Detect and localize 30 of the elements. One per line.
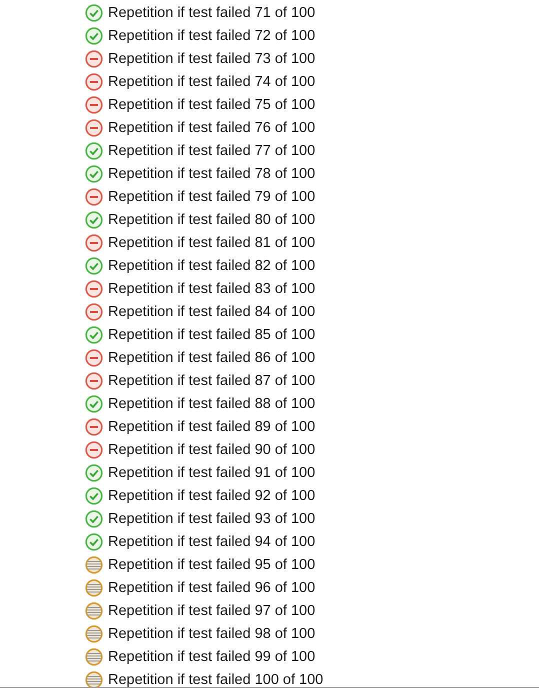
test-result-label[interactable]: Repetition if test failed 85 of 100 <box>108 326 316 342</box>
test-result-label[interactable]: Repetition if test failed 80 of 100 <box>108 212 316 228</box>
test-result-label[interactable]: Repetition if test failed 86 of 100 <box>108 350 316 366</box>
test-result-label[interactable]: Repetition if test failed 91 of 100 <box>108 464 316 480</box>
test-result-label[interactable]: Repetition if test failed 82 of 100 <box>108 258 316 274</box>
test-result-label[interactable]: Repetition if test failed 83 of 100 <box>108 280 316 296</box>
test-result-label[interactable]: Repetition if test failed 76 of 100 <box>108 120 316 136</box>
test-result-label[interactable]: Repetition if test failed 96 of 100 <box>108 580 316 596</box>
test-result-label[interactable]: Repetition if test failed 90 of 100 <box>108 442 316 458</box>
test-result-label[interactable]: Repetition if test failed 87 of 100 <box>108 372 316 388</box>
test-result-label[interactable]: Repetition if test failed 75 of 100 <box>108 96 316 112</box>
test-result-label[interactable]: Repetition if test failed 97 of 100 <box>108 602 316 618</box>
test-result-label[interactable]: Repetition if test failed 100 of 100 <box>108 672 324 687</box>
test-result-label[interactable]: Repetition if test failed 77 of 100 <box>108 142 316 158</box>
test-result-label[interactable]: Repetition if test failed 92 of 100 <box>108 488 316 504</box>
test-result-label[interactable]: Repetition if test failed 88 of 100 <box>108 396 316 412</box>
test-result-label[interactable]: Repetition if test failed 74 of 100 <box>108 74 316 90</box>
test-result-label[interactable]: Repetition if test failed 71 of 100 <box>108 4 316 20</box>
test-result-label[interactable]: Repetition if test failed 73 of 100 <box>108 50 316 66</box>
test-result-label[interactable]: Repetition if test failed 95 of 100 <box>108 556 316 572</box>
test-result-label[interactable]: Repetition if test failed 89 of 100 <box>108 418 316 434</box>
test-result-label[interactable]: Repetition if test failed 99 of 100 <box>108 648 316 664</box>
test-result-label[interactable]: Repetition if test failed 84 of 100 <box>108 304 316 320</box>
test-result-label[interactable]: Repetition if test failed 81 of 100 <box>108 234 316 250</box>
test-result-label[interactable]: Repetition if test failed 93 of 100 <box>108 510 316 526</box>
test-result-label[interactable]: Repetition if test failed 94 of 100 <box>108 534 316 550</box>
test-result-label[interactable]: Repetition if test failed 78 of 100 <box>108 166 316 182</box>
test-result-label[interactable]: Repetition if test failed 98 of 100 <box>108 626 316 642</box>
test-result-label[interactable]: Repetition if test failed 79 of 100 <box>108 188 316 204</box>
test-result-label[interactable]: Repetition if test failed 72 of 100 <box>108 28 316 44</box>
